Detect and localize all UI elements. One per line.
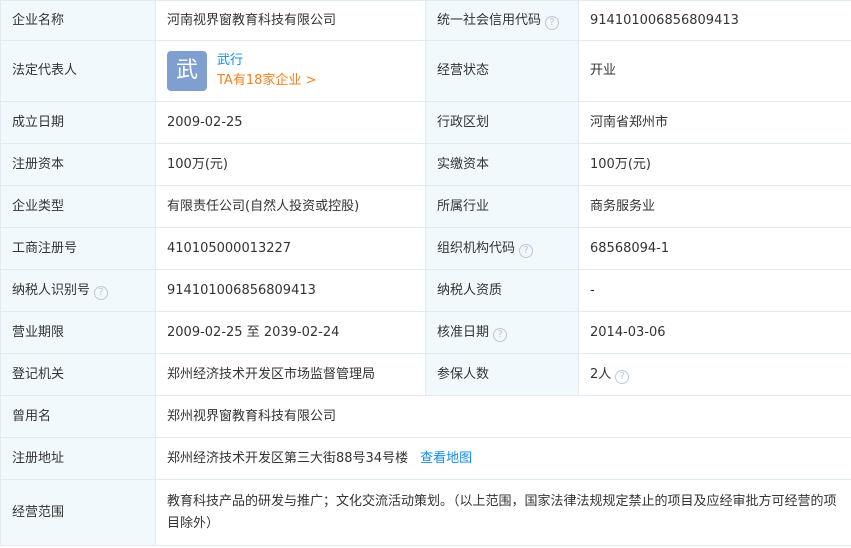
view-map-link[interactable]: 查看地图: [420, 451, 472, 466]
value-credit-code: 914101006856809413: [578, 0, 851, 41]
label-credit-code: 统一社会信用代码?: [425, 0, 579, 41]
label-company-name: 企业名称: [0, 0, 156, 41]
help-icon[interactable]: ?: [545, 15, 560, 30]
label-reg-capital: 注册资本: [0, 143, 156, 186]
company-info-table: 企业名称 河南视界窗教育科技有限公司 统一社会信用代码? 91410100685…: [0, 0, 851, 546]
label-insured: 参保人数: [425, 353, 579, 396]
help-icon[interactable]: ?: [493, 327, 508, 342]
label-status: 经营状态: [425, 40, 579, 102]
label-taxpayer-qual: 纳税人资质: [425, 269, 579, 312]
value-taxpayer-qual: -: [578, 269, 851, 312]
value-region: 河南省郑州市: [578, 101, 851, 144]
value-term: 2009-02-25 至 2039-02-24: [155, 311, 426, 354]
label-org-code: 组织机构代码?: [425, 227, 579, 270]
label-taxpayer-id: 纳税人识别号?: [0, 269, 156, 312]
label-industry: 所属行业: [425, 185, 579, 228]
help-icon[interactable]: ?: [615, 369, 630, 384]
label-former-name: 曾用名: [0, 395, 156, 438]
label-legal-rep: 法定代表人: [0, 40, 156, 102]
label-paid-capital: 实缴资本: [425, 143, 579, 186]
value-industry: 商务服务业: [578, 185, 851, 228]
avatar[interactable]: 武: [167, 51, 207, 91]
label-authority: 登记机关: [0, 353, 156, 396]
value-legal-rep: 武 武行 TA有18家企业 >: [155, 40, 426, 102]
value-status: 开业: [578, 40, 851, 102]
value-org-code: 68568094-1: [578, 227, 851, 270]
help-icon[interactable]: ?: [94, 285, 109, 300]
label-reg-number: 工商注册号: [0, 227, 156, 270]
value-paid-capital: 100万(元): [578, 143, 851, 186]
label-address: 注册地址: [0, 437, 156, 480]
value-insured: 2人?: [578, 353, 851, 396]
value-former-name: 郑州视界窗教育科技有限公司: [155, 395, 851, 438]
value-company-name: 河南视界窗教育科技有限公司: [155, 0, 426, 41]
legal-rep-name-link[interactable]: 武行: [217, 51, 316, 71]
value-founded: 2009-02-25: [155, 101, 426, 144]
label-scope: 经营范围: [0, 479, 156, 546]
value-taxpayer-id: 914101006856809413: [155, 269, 426, 312]
value-reg-number: 410105000013227: [155, 227, 426, 270]
value-address: 郑州经济技术开发区第三大街88号34号楼 查看地图: [155, 437, 851, 480]
label-founded: 成立日期: [0, 101, 156, 144]
label-term: 营业期限: [0, 311, 156, 354]
label-company-type: 企业类型: [0, 185, 156, 228]
value-reg-capital: 100万(元): [155, 143, 426, 186]
help-icon[interactable]: ?: [519, 243, 534, 258]
value-approval-date: 2014-03-06: [578, 311, 851, 354]
value-authority: 郑州经济技术开发区市场监督管理局: [155, 353, 426, 396]
label-approval-date: 核准日期?: [425, 311, 579, 354]
legal-rep-companies-link[interactable]: TA有18家企业 >: [217, 71, 316, 91]
label-region: 行政区划: [425, 101, 579, 144]
value-company-type: 有限责任公司(自然人投资或控股): [155, 185, 426, 228]
value-scope: 教育科技产品的研发与推广；文化交流活动策划。（以上范围，国家法律法规规定禁止的项…: [155, 479, 851, 546]
